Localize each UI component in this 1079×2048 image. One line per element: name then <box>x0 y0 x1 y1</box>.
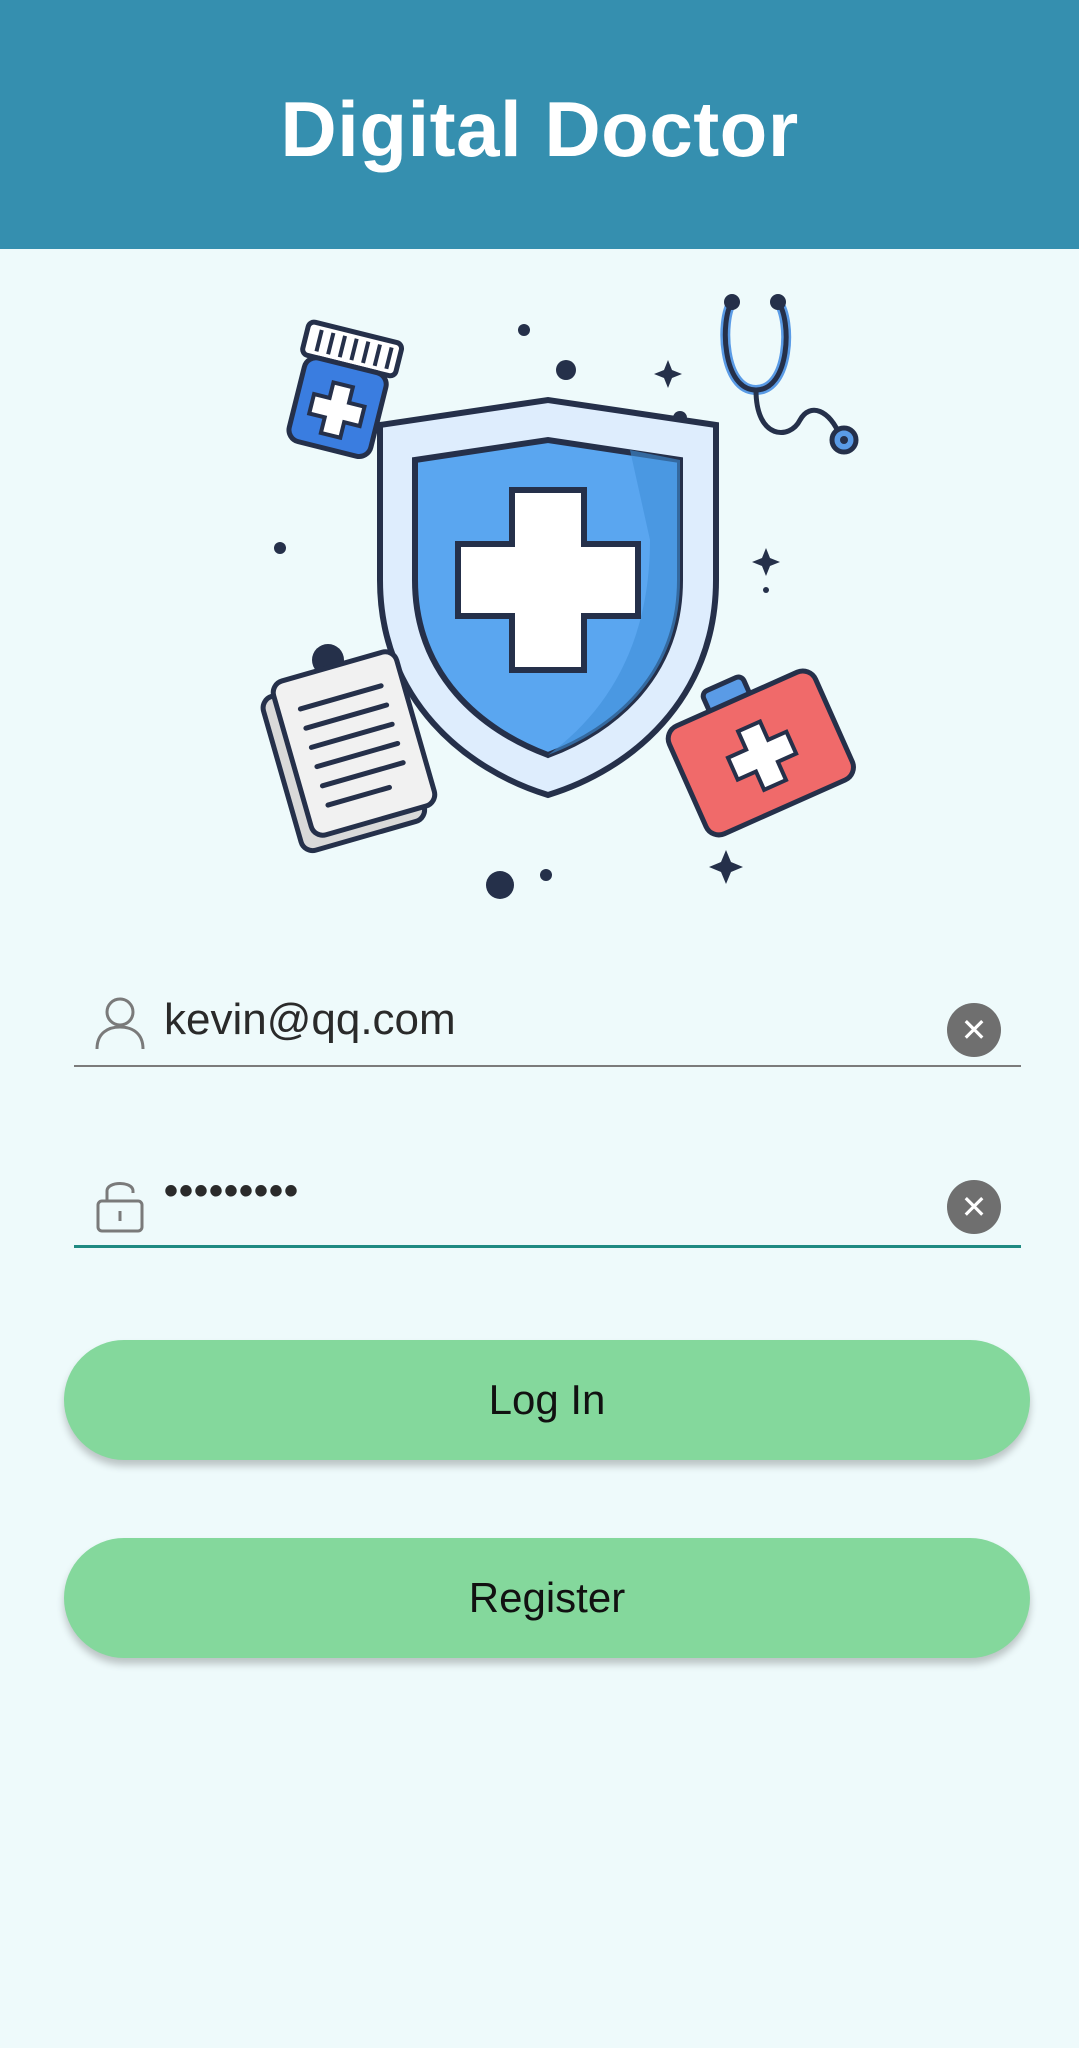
clear-password-button[interactable]: ✕ <box>947 1180 1001 1234</box>
email-field[interactable]: kevin@qq.com ✕ <box>74 975 1021 1067</box>
password-field[interactable]: ••••••••• ✕ <box>74 1155 1021 1248</box>
email-value[interactable]: kevin@qq.com <box>164 995 456 1045</box>
login-button[interactable]: Log In <box>64 1340 1030 1460</box>
app-title: Digital Doctor <box>280 85 799 173</box>
app-header: Digital Doctor <box>0 0 1079 249</box>
password-value[interactable]: ••••••••• <box>164 1169 299 1214</box>
user-icon <box>94 995 146 1051</box>
register-button[interactable]: Register <box>64 1538 1030 1658</box>
unlock-icon <box>94 1175 146 1233</box>
clear-email-button[interactable]: ✕ <box>947 1003 1001 1057</box>
medical-shield-illustration <box>250 280 870 920</box>
